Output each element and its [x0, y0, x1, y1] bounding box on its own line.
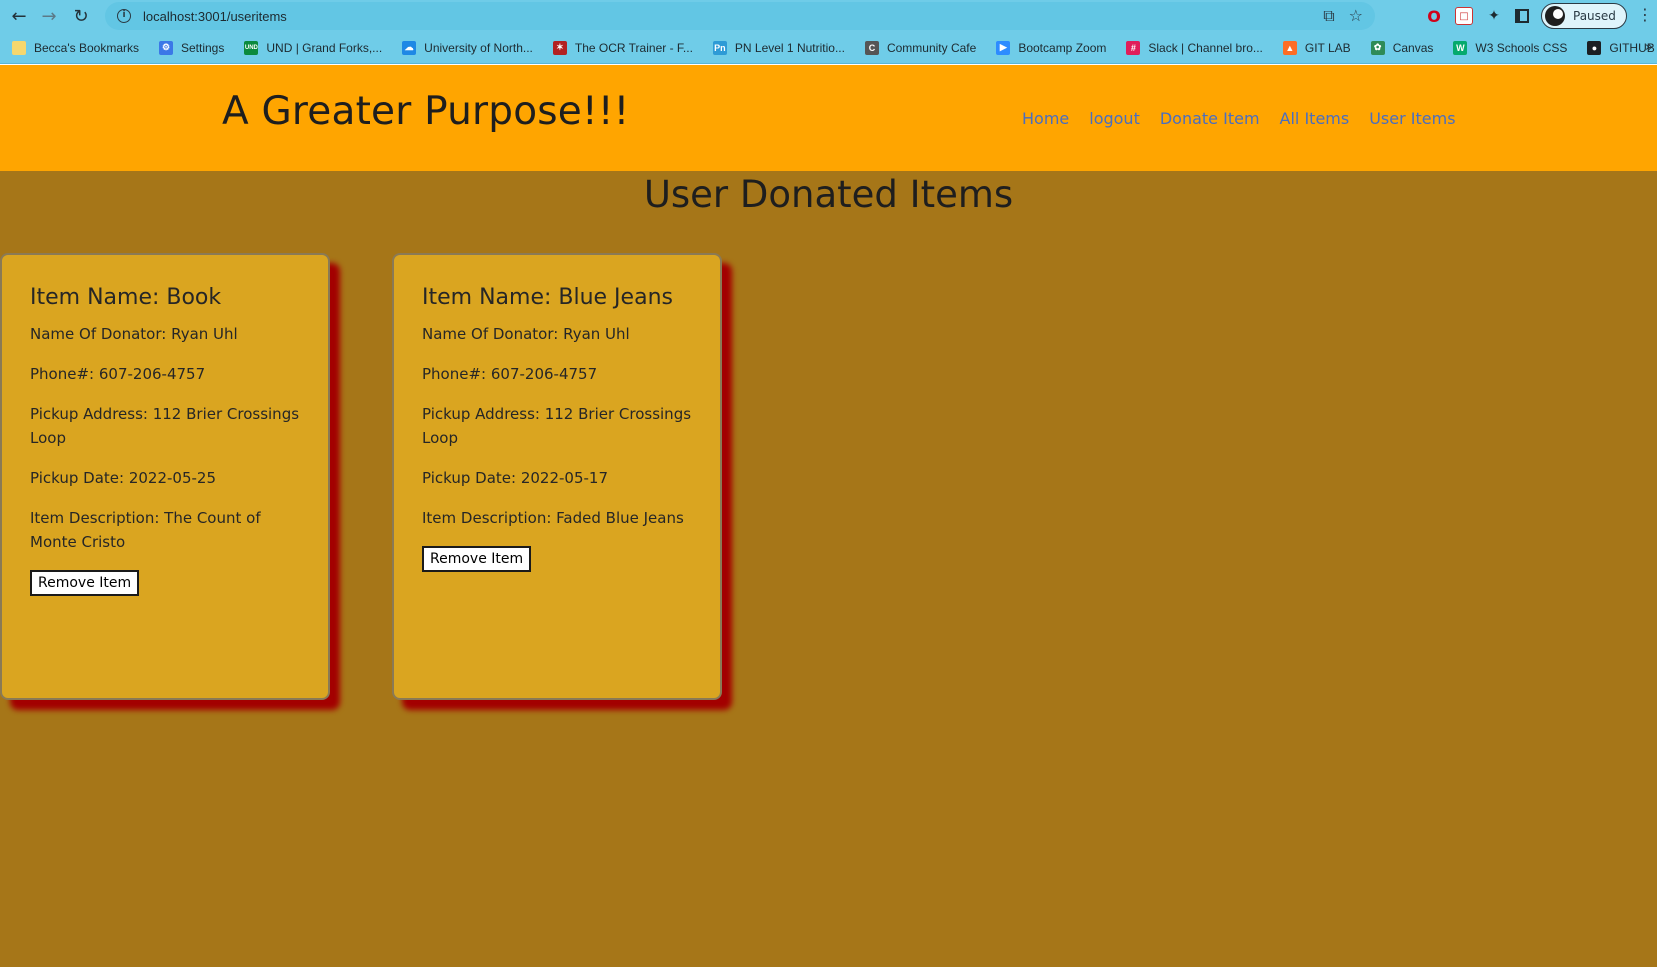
bookmark-label: W3 Schools CSS	[1475, 40, 1568, 55]
menu-kebab-icon[interactable]: ⋮	[1637, 5, 1653, 24]
opera-extension-icon[interactable]: O	[1425, 7, 1443, 26]
bookmark-item[interactable]: Becca's Bookmarks	[12, 40, 139, 55]
site-info-icon[interactable]: i	[117, 9, 131, 23]
app-page: A Greater Purpose!!! Home logout Donate …	[0, 65, 1657, 967]
nav-logout[interactable]: logout	[1089, 109, 1140, 128]
bookmarks-bar: Becca's Bookmarks ⚙ Settings UND UND | Grand…	[0, 32, 1657, 64]
bookmark-item[interactable]: ⚙ Settings	[159, 40, 225, 55]
folder-icon	[12, 40, 26, 55]
gitlab-icon: ▲	[1282, 40, 1297, 55]
und-icon: UND	[244, 40, 259, 55]
bookmark-label: UND | Grand Forks,...	[266, 40, 383, 55]
url-text[interactable]: localhost:3001/useritems	[143, 9, 287, 24]
item-description: Item Description: Faded Blue Jeans	[422, 509, 684, 527]
share-icon[interactable]: ⧉	[1323, 6, 1334, 26]
item-date: Pickup Date: 2022-05-17	[422, 469, 608, 487]
canvas-icon: ✿	[1370, 40, 1385, 55]
bookmark-label: GIT LAB	[1304, 40, 1351, 55]
item-date: Pickup Date: 2022-05-25	[30, 469, 216, 487]
address-bar[interactable]: i localhost:3001/useritems ⧉ ☆	[105, 2, 1375, 30]
reload-icon[interactable]: ↻	[66, 1, 96, 31]
bookmark-label: The OCR Trainer - F...	[574, 40, 693, 55]
item-donator: Name Of Donator: Ryan Uhl	[422, 325, 630, 343]
forward-icon[interactable]: →	[34, 1, 64, 31]
item-address: Pickup Address: 112 Brier Crossings Loop	[422, 405, 692, 447]
item-address: Pickup Address: 112 Brier Crossings Loop	[30, 405, 300, 447]
bookmark-label: Becca's Bookmarks	[34, 40, 139, 55]
profile-status: Paused	[1573, 9, 1616, 23]
bookmark-item[interactable]: C Community Cafe	[864, 40, 977, 55]
item-donator: Name Of Donator: Ryan Uhl	[30, 325, 238, 343]
item-name: Item Name: Blue Jeans	[422, 285, 673, 310]
cafe-icon: C	[864, 40, 879, 55]
profile-button[interactable]: Paused	[1541, 3, 1627, 29]
extension-box-icon[interactable]: □	[1455, 7, 1473, 25]
bookmark-label: Canvas	[1392, 40, 1434, 55]
pn-icon: Pn	[712, 40, 727, 55]
zoom-icon: ▶	[996, 40, 1011, 55]
w3-icon: W	[1453, 40, 1468, 55]
gear-icon: ⚙	[159, 40, 173, 55]
slack-icon: #	[1126, 40, 1141, 55]
bookmark-item[interactable]: ☁ University of North...	[402, 40, 533, 55]
item-card: Item Name: Blue Jeans Name Of Donator: R…	[392, 253, 722, 700]
page-title: User Donated Items	[643, 173, 1014, 216]
bookmark-label: Community Cafe	[886, 40, 977, 55]
nav-user-items[interactable]: User Items	[1369, 109, 1455, 128]
remove-item-button[interactable]: Remove Item	[30, 570, 140, 596]
bookmark-item[interactable]: ✶ The OCR Trainer - F...	[552, 40, 693, 55]
extensions-puzzle-icon[interactable]: ✦	[1485, 7, 1503, 25]
nav-donate-item[interactable]: Donate Item	[1160, 109, 1260, 128]
item-card: Item Name: Book Name Of Donator: Ryan Uh…	[0, 253, 330, 700]
bookmark-item[interactable]: ✿ Canvas	[1370, 40, 1434, 55]
browser-toolbar: ← → ↻ i localhost:3001/useritems ⧉ ☆ O □…	[0, 0, 1657, 32]
site-nav: Home logout Donate Item All Items User I…	[1022, 109, 1456, 128]
site-title: A Greater Purpose!!!	[222, 89, 630, 134]
back-icon[interactable]: ←	[4, 1, 34, 31]
bookmark-item[interactable]: Pn PN Level 1 Nutritio...	[712, 40, 845, 55]
more-bookmarks-icon[interactable]: »	[1645, 40, 1653, 55]
bookmark-item[interactable]: # Slack | Channel bro...	[1126, 40, 1263, 55]
avatar	[1545, 6, 1565, 26]
item-phone: Phone#: 607-206-4757	[422, 365, 598, 383]
item-description: Item Description: The Count of Monte Cri…	[30, 509, 261, 551]
bookmark-item[interactable]: ▲ GIT LAB	[1282, 40, 1351, 55]
site-header: A Greater Purpose!!! Home logout Donate …	[0, 65, 1657, 171]
cloud-icon: ☁	[402, 40, 417, 55]
bookmark-item[interactable]: ▶ Bootcamp Zoom	[996, 40, 1107, 55]
remove-item-button[interactable]: Remove Item	[422, 546, 532, 572]
bookmark-label: PN Level 1 Nutritio...	[734, 40, 845, 55]
item-name: Item Name: Book	[30, 285, 222, 310]
side-panel-icon[interactable]	[1515, 9, 1529, 23]
bookmark-label: Bootcamp Zoom	[1018, 40, 1107, 55]
bookmark-star-icon[interactable]: ☆	[1349, 6, 1363, 26]
nav-all-items[interactable]: All Items	[1280, 109, 1350, 128]
ocr-icon: ✶	[552, 40, 567, 55]
bookmark-label: University of North...	[424, 40, 533, 55]
bookmark-label: Settings	[181, 40, 225, 55]
item-phone: Phone#: 607-206-4757	[30, 365, 206, 383]
bookmark-item[interactable]: W W3 Schools CSS	[1453, 40, 1568, 55]
bookmark-label: Slack | Channel bro...	[1148, 40, 1263, 55]
nav-home[interactable]: Home	[1022, 109, 1069, 128]
github-icon: ●	[1587, 40, 1602, 55]
bookmark-item[interactable]: UND UND | Grand Forks,...	[244, 40, 383, 55]
